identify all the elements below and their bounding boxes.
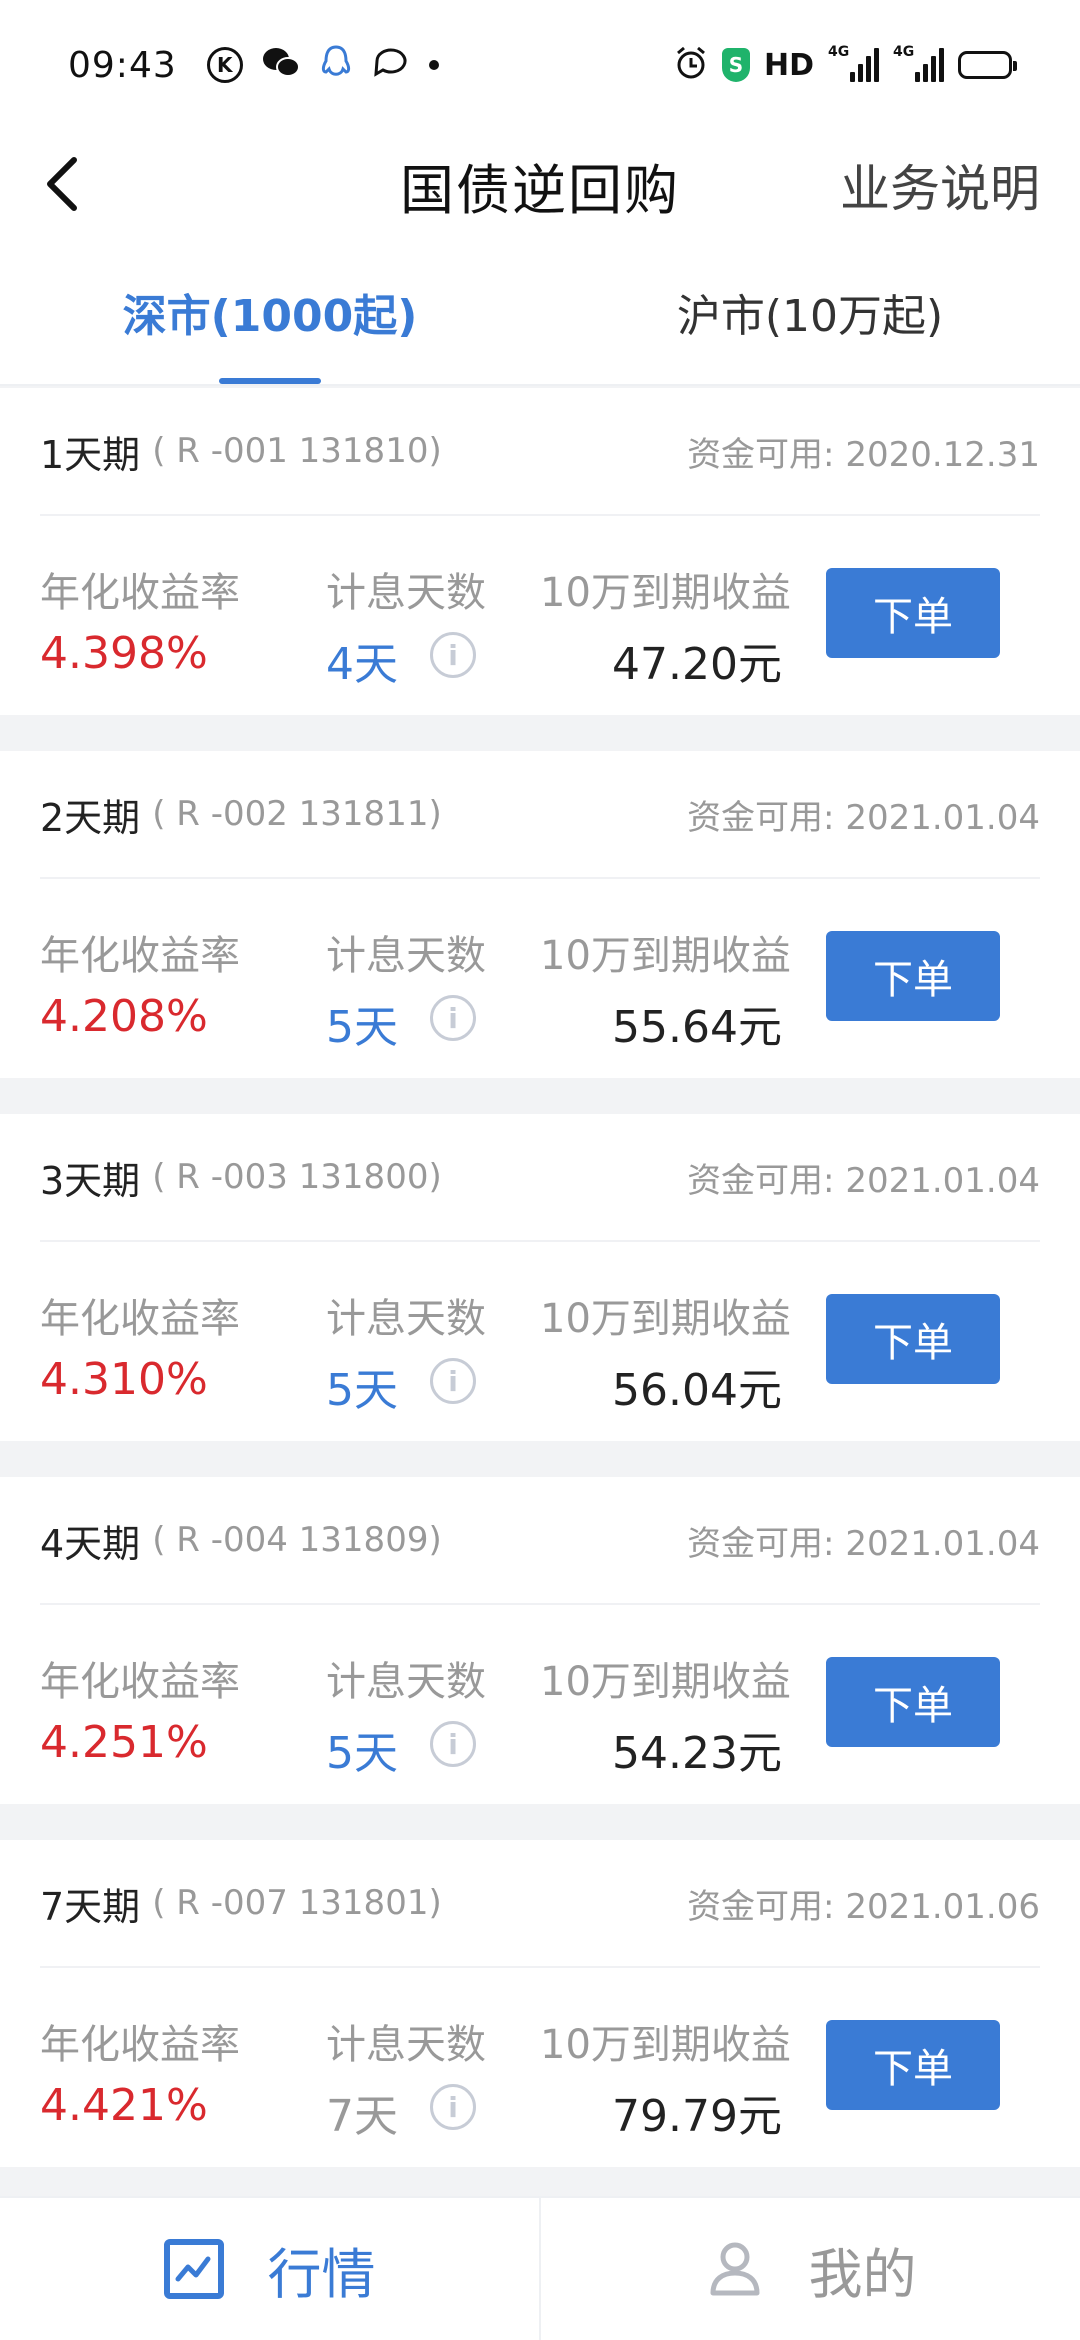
annual-rate: 4.208% [40,991,208,1042]
status-time: 09:43 [68,44,177,86]
business-help-link[interactable]: 业务说明 [840,149,1040,221]
annual-rate: 4.421% [40,2080,208,2131]
k-app-icon: K [206,47,243,83]
annual-rate: 4.310% [40,1354,208,1405]
expected-income: 79.79元 [612,2091,782,2142]
bottom-nav: 行情 我的 [0,2196,1080,2340]
repo-card-4day: 4天期 ( R -004 131809) 资金可用: 2021.01.04 年化… [0,1477,1080,1804]
hd-indicator: HD [763,47,814,83]
info-icon[interactable]: i [430,1358,476,1404]
place-order-button[interactable]: 下单 [826,1657,1000,1747]
interest-days: 4天 [326,639,398,690]
days-label: 计息天数 [326,1296,486,1342]
rate-label: 年化收益率 [40,2022,240,2068]
product-code: ( R -001 131810) [152,431,442,471]
active-tab-indicator [219,378,321,384]
place-order-button[interactable]: 下单 [826,2020,1000,2110]
rate-label: 年化收益率 [40,1296,240,1342]
chat-bubble-icon [371,45,411,85]
income-label: 10万到期收益 [540,570,791,616]
income-label: 10万到期收益 [540,2022,791,2068]
income-label: 10万到期收益 [540,1659,791,1705]
wechat-icon [261,45,301,85]
app-header: 国债逆回购 业务说明 [0,130,1080,240]
qq-icon [319,44,353,86]
repo-card-1day: 1天期 ( R -001 131810) 资金可用: 2020.12.31 年化… [0,388,1080,715]
repo-card-7day: 7天期 ( R -007 131801) 资金可用: 2021.01.06 年化… [0,1840,1080,2167]
nav-label: 我的 [808,2242,917,2306]
chart-icon [163,2239,224,2299]
repo-card-2day: 2天期 ( R -002 131811) 资金可用: 2021.01.04 年化… [0,751,1080,1078]
info-icon[interactable]: i [430,2084,476,2130]
term-label: 7天期 [40,1884,141,1929]
interest-days: 7天 [326,2091,398,2142]
battery-icon [958,51,1017,79]
expected-income: 55.64元 [612,1002,782,1053]
income-label: 10万到期收益 [540,1296,791,1342]
income-label: 10万到期收益 [540,933,791,979]
days-label: 计息天数 [326,1659,486,1705]
product-code: ( R -007 131801) [152,1883,442,1923]
days-label: 计息天数 [326,933,486,979]
network-label: 4G [828,44,850,60]
term-label: 2天期 [40,795,141,840]
days-label: 计息天数 [326,2022,486,2068]
tab-label: 沪市(10万起) [676,291,944,342]
nav-mine[interactable]: 我的 [539,2198,1080,2340]
info-icon[interactable]: i [430,632,476,678]
interest-days: 5天 [326,1365,398,1416]
term-label: 1天期 [40,432,141,477]
info-icon[interactable]: i [430,1721,476,1767]
funds-available-date: 资金可用: 2021.01.04 [687,797,1040,838]
rate-label: 年化收益率 [40,570,240,616]
interest-days: 5天 [326,1002,398,1053]
product-code: ( R -004 131809) [152,1520,442,1560]
user-icon [705,2239,765,2299]
network-label-2: 4G [893,44,915,60]
annual-rate: 4.398% [40,628,208,679]
rate-label: 年化收益率 [40,933,240,979]
funds-available-date: 资金可用: 2021.01.04 [687,1523,1040,1564]
interest-days: 5天 [326,1728,398,1779]
info-icon[interactable]: i [430,995,476,1041]
term-label: 4天期 [40,1521,141,1566]
days-label: 计息天数 [326,570,486,616]
tab-shenzhen[interactable]: 深市(1000起) [0,240,540,384]
nav-market[interactable]: 行情 [0,2198,539,2340]
term-label: 3天期 [40,1158,141,1203]
expected-income: 54.23元 [612,1728,782,1779]
funds-available-date: 资金可用: 2021.01.06 [687,1886,1040,1927]
repo-product-list: 1天期 ( R -001 131810) 资金可用: 2020.12.31 年化… [0,388,1080,2203]
market-tabs: 深市(1000起) 沪市(10万起) [0,240,1080,386]
funds-available-date: 资金可用: 2020.12.31 [687,434,1040,475]
funds-available-date: 资金可用: 2021.01.04 [687,1160,1040,1201]
place-order-button[interactable]: 下单 [826,931,1000,1021]
place-order-button[interactable]: 下单 [826,1294,1000,1384]
place-order-button[interactable]: 下单 [826,568,1000,658]
status-bar: 09:43 K S HD 4G 4G [0,0,1080,130]
tab-label: 深市(1000起) [122,291,418,342]
expected-income: 56.04元 [612,1365,782,1416]
product-code: ( R -002 131811) [152,794,442,834]
notification-dot-icon [428,60,439,70]
signal-icon: 4G [828,44,879,82]
expected-income: 47.20元 [612,639,782,690]
nav-label: 行情 [267,2242,376,2306]
tab-shanghai[interactable]: 沪市(10万起) [540,240,1080,384]
product-code: ( R -003 131800) [152,1157,442,1197]
security-shield-icon: S [721,48,750,82]
rate-label: 年化收益率 [40,1659,240,1705]
annual-rate: 4.251% [40,1717,208,1768]
alarm-icon [674,45,708,85]
repo-card-3day: 3天期 ( R -003 131800) 资金可用: 2021.01.04 年化… [0,1114,1080,1441]
signal-icon-2: 4G [893,44,944,82]
